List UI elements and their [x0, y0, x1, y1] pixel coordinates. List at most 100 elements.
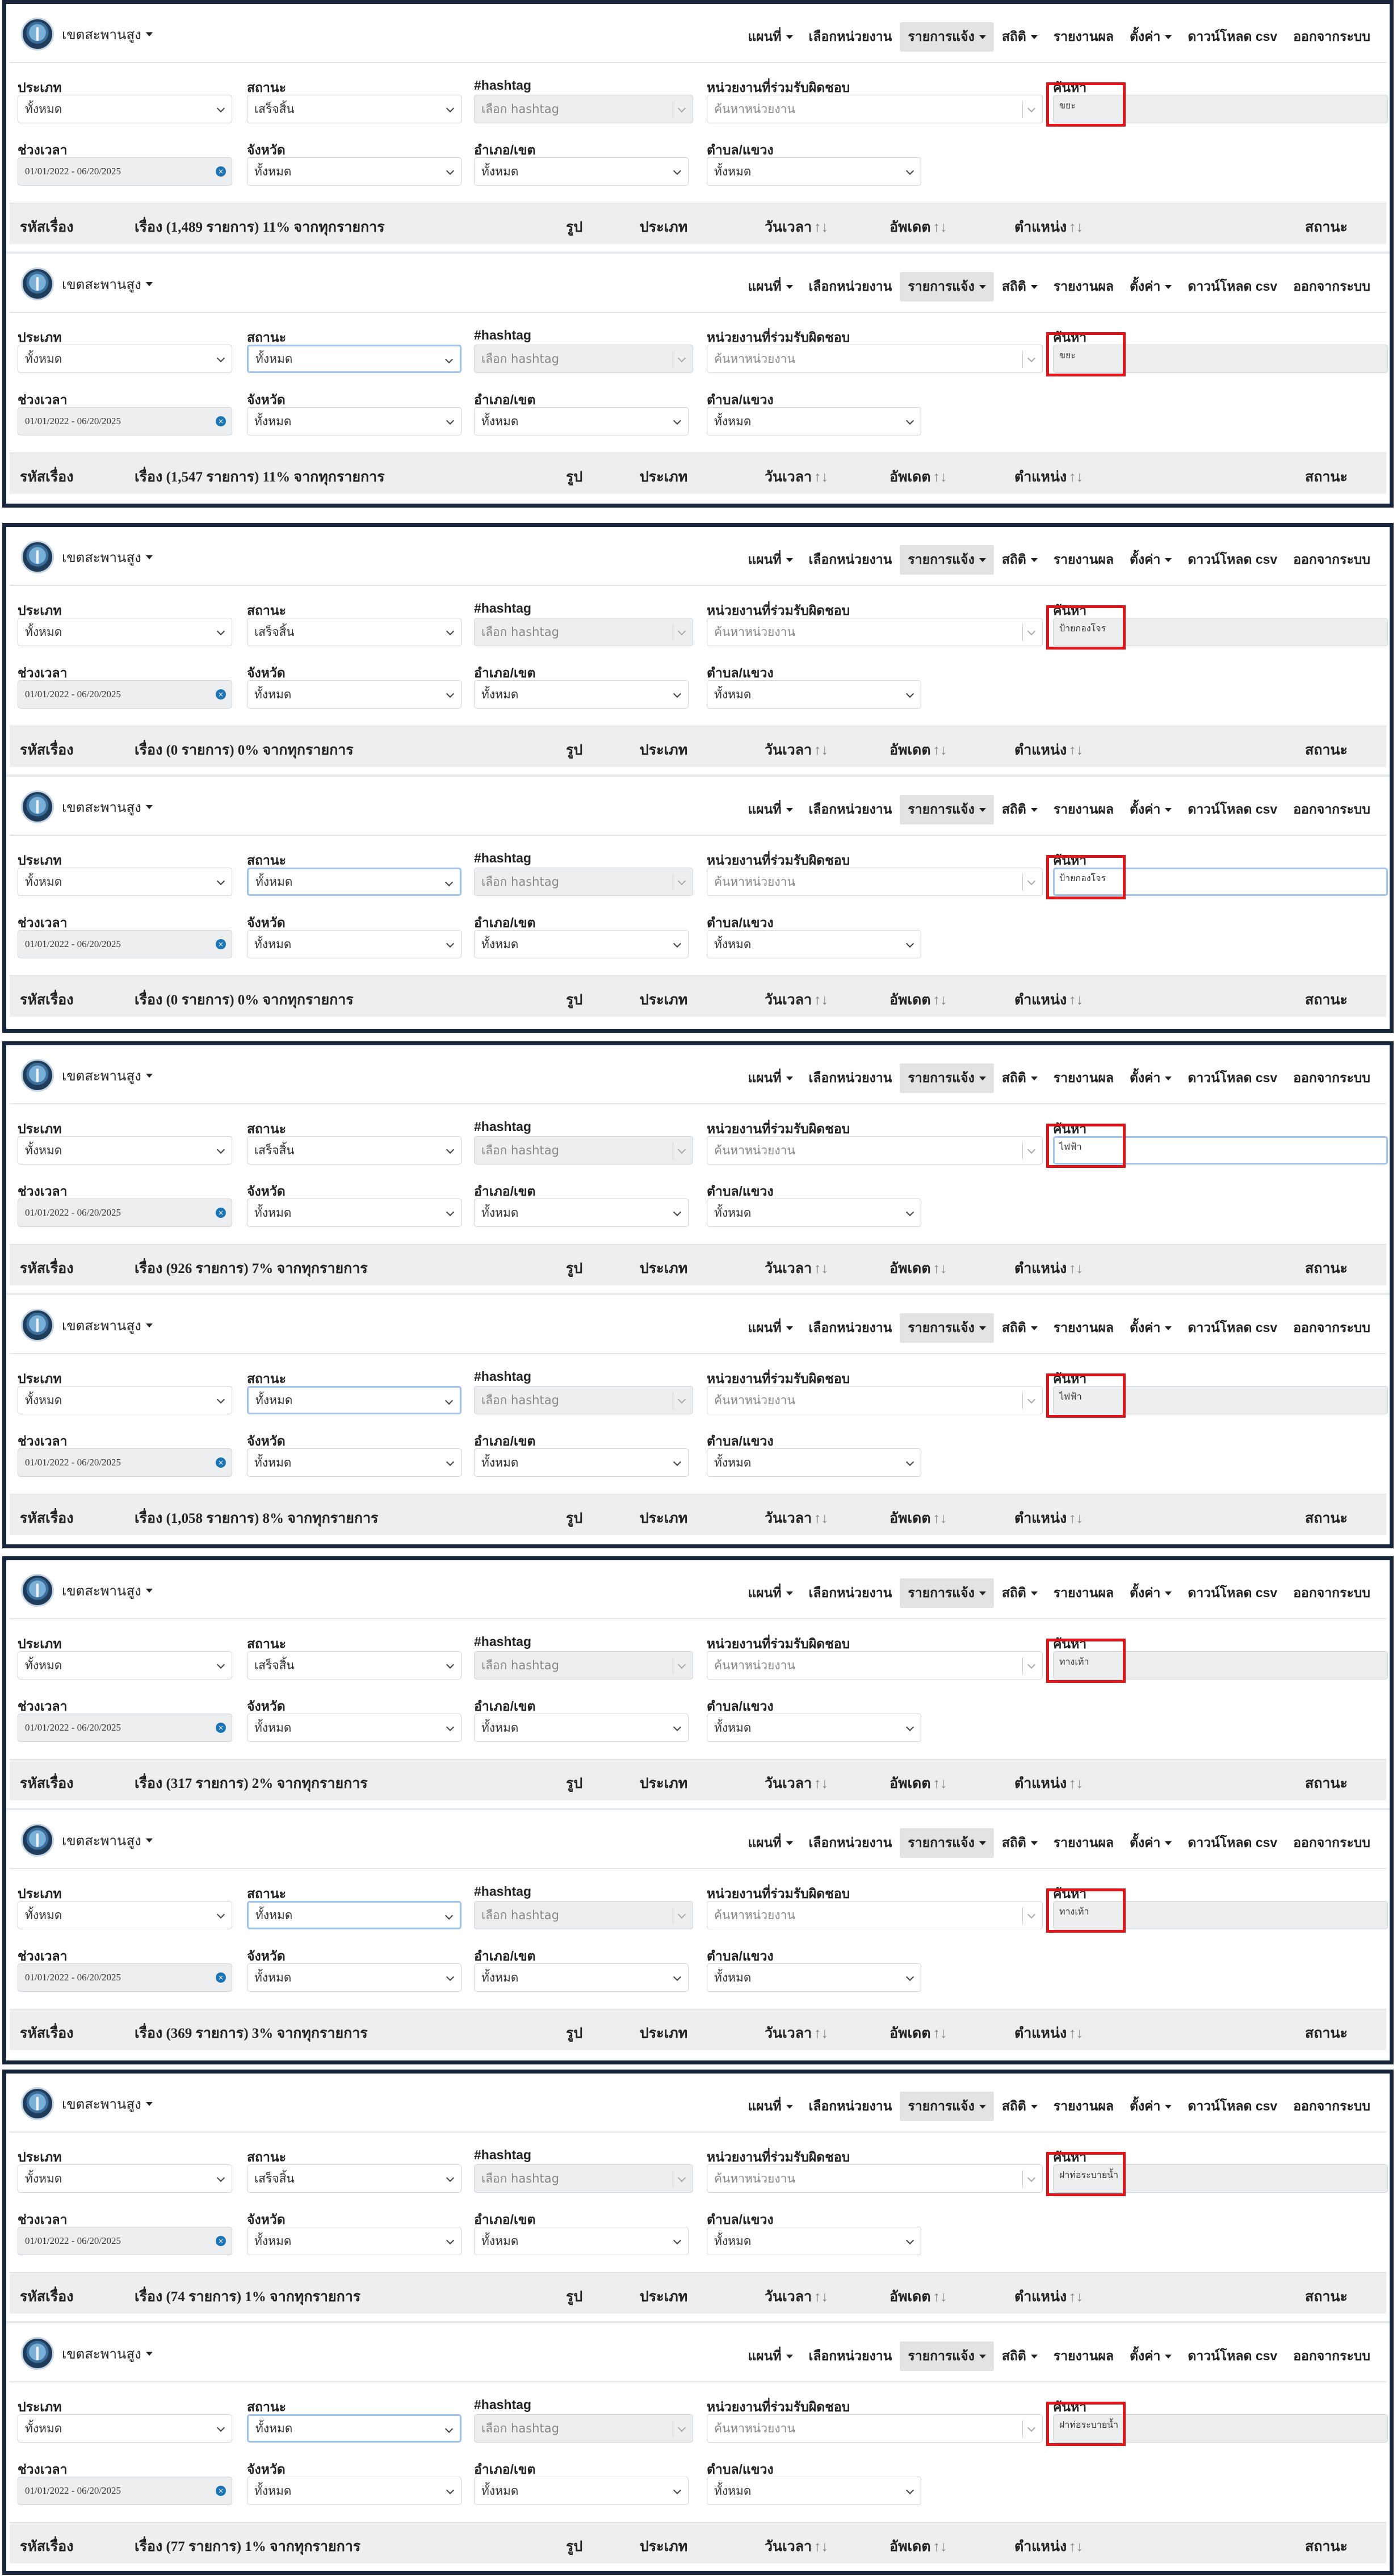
nav-item-5[interactable]: ตั้งค่า: [1122, 22, 1180, 52]
column-image[interactable]: รูป: [566, 739, 582, 761]
date-range-input[interactable]: 01/01/2022 - 06/20/2025 ×: [18, 1199, 232, 1227]
clear-icon[interactable]: ×: [216, 1972, 226, 1983]
nav-item-1[interactable]: เลือกหน่วยงาน: [801, 1578, 900, 1608]
agency-select[interactable]: ค้นหาหน่วยงาน: [707, 1901, 1043, 1929]
brand-dropdown[interactable]: เขตสะพานสูง: [21, 2337, 153, 2370]
nav-item-6[interactable]: ดาวน์โหลด csv: [1180, 272, 1285, 301]
status-select[interactable]: เสร็จสิ้น: [247, 1651, 462, 1679]
nav-item-2[interactable]: รายการแจ้ง: [900, 2342, 994, 2371]
type-select[interactable]: ทั้งหมด: [18, 2414, 232, 2443]
column-datetime[interactable]: วันเวลา ↑↓: [765, 466, 828, 488]
district-select[interactable]: ทั้งหมด: [474, 2477, 689, 2505]
nav-item-6[interactable]: ดาวน์โหลด csv: [1180, 795, 1285, 824]
subdistrict-select[interactable]: ทั้งหมด: [707, 1963, 921, 1992]
clear-icon[interactable]: ×: [216, 689, 226, 700]
subdistrict-select[interactable]: ทั้งหมด: [707, 157, 921, 186]
clear-icon[interactable]: ×: [216, 166, 226, 177]
hashtag-select[interactable]: เลือก hashtag: [474, 1386, 693, 1414]
nav-item-3[interactable]: สถิติ: [994, 22, 1046, 52]
nav-item-2[interactable]: รายการแจ้ง: [900, 1828, 994, 1858]
hashtag-select[interactable]: เลือก hashtag: [474, 1136, 693, 1165]
column-status[interactable]: สถานะ: [1305, 2535, 1348, 2558]
nav-item-2[interactable]: รายการแจ้ง: [900, 1578, 994, 1608]
status-select[interactable]: เสร็จสิ้น: [247, 618, 462, 646]
nav-item-7[interactable]: ออกจากระบบ: [1285, 1828, 1378, 1858]
nav-item-0[interactable]: แผนที่: [740, 2342, 800, 2371]
column-updated[interactable]: อัพเดต ↑↓: [890, 216, 947, 238]
date-range-input[interactable]: 01/01/2022 - 06/20/2025 ×: [18, 407, 232, 435]
hashtag-select[interactable]: เลือก hashtag: [474, 618, 693, 646]
type-select[interactable]: ทั้งหมด: [18, 2164, 232, 2193]
status-select[interactable]: ทั้งหมด: [247, 2414, 462, 2443]
column-status[interactable]: สถานะ: [1305, 1772, 1348, 1795]
column-position[interactable]: ตำแหน่ง ↑↓: [1014, 2285, 1083, 2308]
nav-item-2[interactable]: รายการแจ้ง: [900, 272, 994, 301]
province-select[interactable]: ทั้งหมด: [247, 1963, 462, 1992]
column-id[interactable]: รหัสเรื่อง: [20, 2535, 73, 2558]
nav-item-6[interactable]: ดาวน์โหลด csv: [1180, 2342, 1285, 2371]
nav-item-4[interactable]: รายงานผล: [1046, 545, 1122, 575]
column-type[interactable]: ประเภท: [640, 2285, 687, 2308]
column-id[interactable]: รหัสเรื่อง: [20, 1772, 73, 1795]
column-position[interactable]: ตำแหน่ง ↑↓: [1014, 216, 1083, 238]
nav-item-6[interactable]: ดาวน์โหลด csv: [1180, 1828, 1285, 1858]
column-position[interactable]: ตำแหน่ง ↑↓: [1014, 988, 1083, 1011]
column-updated[interactable]: อัพเดต ↑↓: [890, 988, 947, 1011]
district-select[interactable]: ทั้งหมด: [474, 680, 689, 709]
province-select[interactable]: ทั้งหมด: [247, 1714, 462, 1742]
nav-item-5[interactable]: ตั้งค่า: [1122, 545, 1180, 575]
clear-icon[interactable]: ×: [216, 1723, 226, 1733]
nav-item-1[interactable]: เลือกหน่วยงาน: [801, 1313, 900, 1343]
column-updated[interactable]: อัพเดต ↑↓: [890, 2022, 947, 2045]
column-position[interactable]: ตำแหน่ง ↑↓: [1014, 1772, 1083, 1795]
district-select[interactable]: ทั้งหมด: [474, 157, 689, 186]
column-updated[interactable]: อัพเดต ↑↓: [890, 1772, 947, 1795]
province-select[interactable]: ทั้งหมด: [247, 2227, 462, 2255]
column-position[interactable]: ตำแหน่ง ↑↓: [1014, 2022, 1083, 2045]
type-select[interactable]: ทั้งหมด: [18, 95, 232, 123]
nav-item-5[interactable]: ตั้งค่า: [1122, 1063, 1180, 1093]
nav-item-3[interactable]: สถิติ: [994, 1313, 1046, 1343]
nav-item-2[interactable]: รายการแจ้ง: [900, 795, 994, 824]
nav-item-0[interactable]: แผนที่: [740, 22, 800, 52]
nav-item-1[interactable]: เลือกหน่วยงาน: [801, 2092, 900, 2121]
nav-item-4[interactable]: รายงานผล: [1046, 1828, 1122, 1858]
column-type[interactable]: ประเภท: [640, 216, 687, 238]
nav-item-2[interactable]: รายการแจ้ง: [900, 2092, 994, 2121]
province-select[interactable]: ทั้งหมด: [247, 157, 462, 186]
brand-dropdown[interactable]: เขตสะพานสูง: [21, 790, 153, 823]
column-status[interactable]: สถานะ: [1305, 1507, 1348, 1530]
date-range-input[interactable]: 01/01/2022 - 06/20/2025 ×: [18, 680, 232, 709]
brand-dropdown[interactable]: เขตสะพานสูง: [21, 1574, 153, 1607]
status-select[interactable]: ทั้งหมด: [247, 1386, 462, 1414]
date-range-input[interactable]: 01/01/2022 - 06/20/2025 ×: [18, 2477, 232, 2505]
column-datetime[interactable]: วันเวลา ↑↓: [765, 2022, 828, 2045]
column-type[interactable]: ประเภท: [640, 1507, 687, 1530]
nav-item-4[interactable]: รายงานผล: [1046, 1313, 1122, 1343]
column-image[interactable]: รูป: [566, 1772, 582, 1795]
column-type[interactable]: ประเภท: [640, 466, 687, 488]
nav-item-0[interactable]: แผนที่: [740, 1578, 800, 1608]
column-type[interactable]: ประเภท: [640, 739, 687, 761]
subdistrict-select[interactable]: ทั้งหมด: [707, 1199, 921, 1227]
date-range-input[interactable]: 01/01/2022 - 06/20/2025 ×: [18, 1714, 232, 1742]
status-select[interactable]: เสร็จสิ้น: [247, 2164, 462, 2193]
column-id[interactable]: รหัสเรื่อง: [20, 739, 73, 761]
date-range-input[interactable]: 01/01/2022 - 06/20/2025 ×: [18, 157, 232, 186]
date-range-input[interactable]: 01/01/2022 - 06/20/2025 ×: [18, 1448, 232, 1477]
column-datetime[interactable]: วันเวลา ↑↓: [765, 739, 828, 761]
brand-dropdown[interactable]: เขตสะพานสูง: [21, 18, 153, 51]
column-datetime[interactable]: วันเวลา ↑↓: [765, 1507, 828, 1530]
clear-icon[interactable]: ×: [216, 416, 226, 426]
nav-item-5[interactable]: ตั้งค่า: [1122, 2092, 1180, 2121]
column-datetime[interactable]: วันเวลา ↑↓: [765, 1257, 828, 1280]
province-select[interactable]: ทั้งหมด: [247, 1448, 462, 1477]
nav-item-3[interactable]: สถิติ: [994, 1578, 1046, 1608]
hashtag-select[interactable]: เลือก hashtag: [474, 345, 693, 373]
subdistrict-select[interactable]: ทั้งหมด: [707, 930, 921, 958]
column-status[interactable]: สถานะ: [1305, 2285, 1348, 2308]
date-range-input[interactable]: 01/01/2022 - 06/20/2025 ×: [18, 2227, 232, 2255]
column-type[interactable]: ประเภท: [640, 1772, 687, 1795]
status-select[interactable]: ทั้งหมด: [247, 345, 462, 373]
hashtag-select[interactable]: เลือก hashtag: [474, 2164, 693, 2193]
